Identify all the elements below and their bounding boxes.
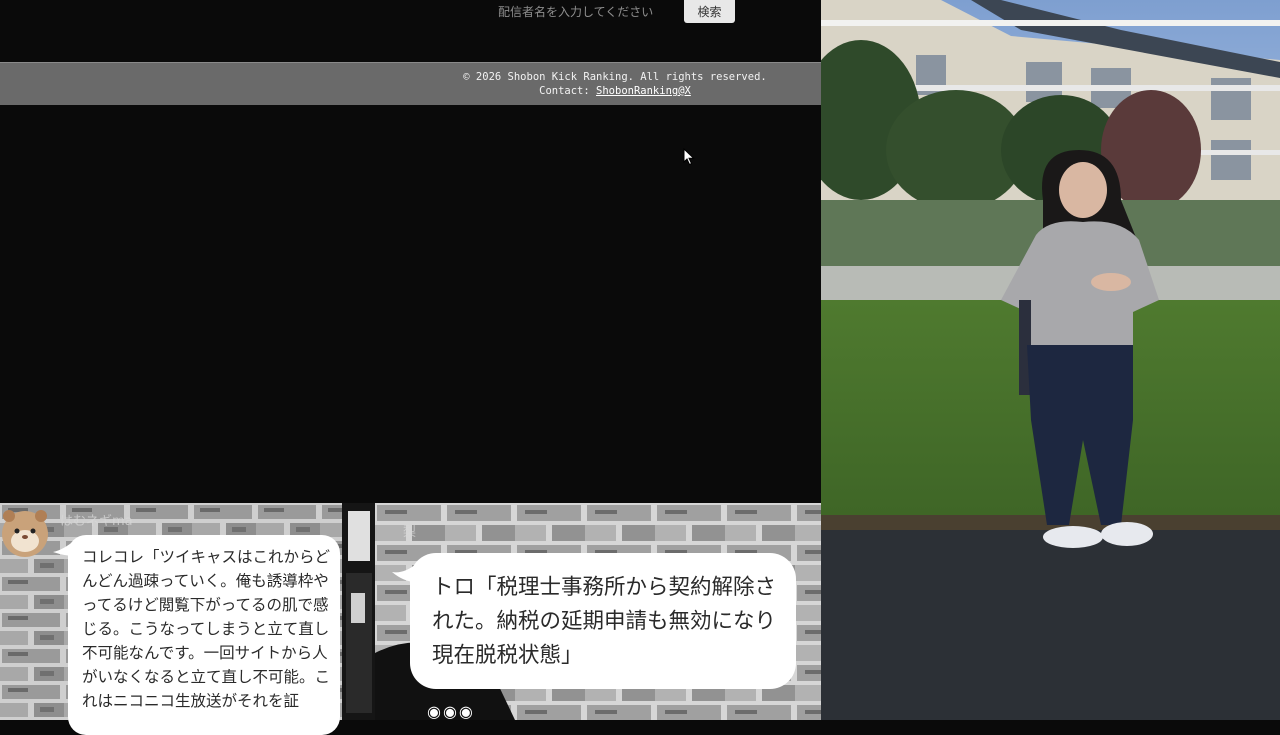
- search-bar: 検索: [0, 0, 821, 62]
- contact-link[interactable]: ShobonRanking@X: [596, 85, 691, 97]
- speech-bubble-right: トロ「税理士事務所から契約解除された。納税の延期申請も無効になり現在脱税状態」: [410, 553, 796, 689]
- mouse-pointer-icon: [683, 148, 695, 166]
- streamer-search-input[interactable]: [492, 0, 690, 24]
- copyright-text: © 2026 Shobon Kick Ranking. All rights r…: [463, 71, 767, 83]
- hamster-avatar-icon: [2, 510, 48, 557]
- comic-panel-divider: [342, 503, 375, 720]
- search-button[interactable]: 検索: [684, 0, 735, 23]
- contact-label: Contact:: [539, 85, 597, 97]
- panel-divider-art: [342, 503, 375, 720]
- contact-line: Contact: ShobonRanking@X: [400, 85, 821, 97]
- page-footer: © 2026 Shobon Kick Ranking. All rights r…: [0, 62, 821, 105]
- speaker-name-left: はむネギma: [60, 514, 133, 529]
- outdoor-photo: [821, 0, 1280, 720]
- browser-page: 検索 © 2026 Shobon Kick Ranking. All right…: [0, 0, 821, 503]
- speech-bubble-left: コレコレ「ツイキャスはこれからどんどん過疎っていく。俺も誘導枠やってるけど閲覧下…: [68, 535, 340, 735]
- character-eyes-decoration: ◉◉◉: [427, 702, 475, 721]
- speaker-name-right: 梨: [403, 525, 417, 540]
